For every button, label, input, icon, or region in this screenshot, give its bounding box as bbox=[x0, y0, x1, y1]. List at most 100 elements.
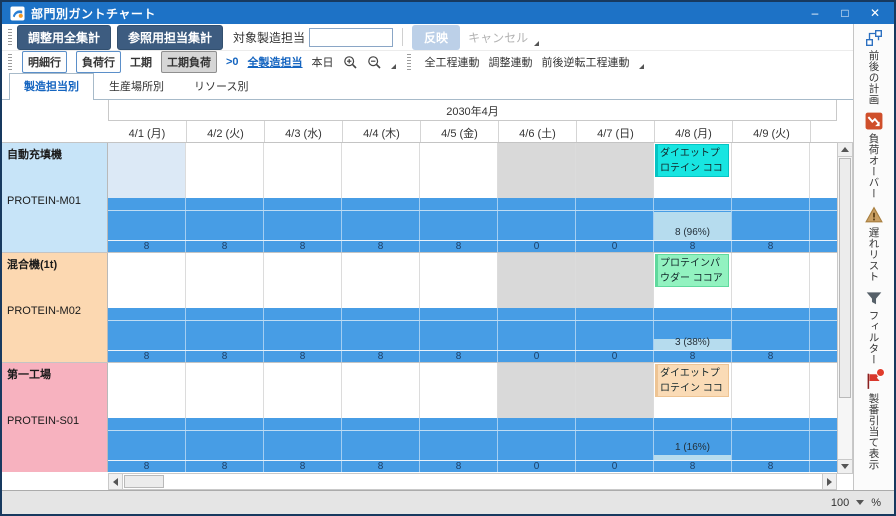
capacity-bar-cell[interactable] bbox=[654, 198, 732, 210]
reverse-process-link-toggle[interactable]: 前後逆転工程連動 bbox=[542, 54, 630, 70]
load-row-toggle[interactable]: 負荷行 bbox=[76, 51, 121, 73]
load-bar-cell[interactable] bbox=[810, 211, 837, 240]
task-cell[interactable] bbox=[342, 143, 420, 198]
capacity-bar-cell[interactable] bbox=[576, 198, 654, 210]
task-cell[interactable] bbox=[420, 253, 498, 308]
capacity-bar-cell[interactable] bbox=[732, 308, 810, 320]
tab-by-resource[interactable]: リソース別 bbox=[179, 73, 263, 99]
load-bar-cell[interactable]: 1 (16%) bbox=[654, 431, 732, 460]
sidebar-item-before-after-plan[interactable]: 前後の計画 bbox=[865, 29, 883, 105]
load-bar-cell[interactable] bbox=[186, 431, 264, 460]
all-process-link-toggle[interactable]: 全工程連動 bbox=[425, 54, 480, 70]
group-label[interactable]: 自動充填機 PROTEIN-M01 bbox=[2, 143, 108, 252]
load-bar-cell[interactable] bbox=[342, 211, 420, 240]
task-cell[interactable] bbox=[732, 143, 810, 198]
load-bar-cell[interactable] bbox=[108, 211, 186, 240]
zoom-dropdown-icon[interactable] bbox=[856, 500, 865, 505]
capacity-bar-cell[interactable] bbox=[342, 308, 420, 320]
capacity-bar-cell[interactable] bbox=[108, 418, 186, 430]
task-cell[interactable] bbox=[810, 253, 837, 308]
task-cell[interactable] bbox=[108, 363, 186, 418]
today-button[interactable]: 本日 bbox=[312, 54, 334, 70]
scroll-down-button[interactable] bbox=[838, 459, 852, 473]
capacity-bar-cell[interactable] bbox=[732, 418, 810, 430]
sidebar-item-load-over[interactable]: 負荷オーバー bbox=[865, 112, 883, 199]
toolbar-overflow-icon[interactable] bbox=[638, 64, 644, 69]
capacity-bar-cell[interactable] bbox=[342, 418, 420, 430]
apply-button[interactable]: 反映 bbox=[412, 24, 461, 50]
task-cell[interactable] bbox=[498, 363, 576, 418]
task-bar[interactable]: ダイエットプロテイン ココア味(2kg) bbox=[655, 144, 729, 177]
capacity-bar-cell[interactable] bbox=[186, 418, 264, 430]
task-cell[interactable] bbox=[732, 253, 810, 308]
task-cell[interactable] bbox=[186, 253, 264, 308]
task-cell[interactable]: ダイエットプロテイン ココア味(2kg) bbox=[654, 363, 732, 418]
task-cell[interactable] bbox=[498, 253, 576, 308]
task-cell[interactable] bbox=[108, 253, 186, 308]
vertical-scrollbar[interactable] bbox=[837, 142, 853, 474]
capacity-bar-cell[interactable] bbox=[576, 308, 654, 320]
capacity-bar-cell[interactable] bbox=[498, 308, 576, 320]
capacity-bar-cell[interactable] bbox=[264, 198, 342, 210]
load-bar-cell[interactable] bbox=[732, 321, 810, 350]
task-cell[interactable] bbox=[342, 253, 420, 308]
zoom-out-icon[interactable] bbox=[367, 55, 382, 70]
load-bar-cell[interactable] bbox=[420, 431, 498, 460]
vertical-scrollbar-thumb[interactable] bbox=[839, 158, 851, 398]
scroll-up-button[interactable] bbox=[838, 143, 852, 157]
load-bar-cell[interactable] bbox=[576, 211, 654, 240]
task-cell[interactable] bbox=[264, 253, 342, 308]
task-cell[interactable] bbox=[576, 143, 654, 198]
load-bar-cell[interactable] bbox=[810, 321, 837, 350]
task-cell[interactable] bbox=[264, 143, 342, 198]
task-cell[interactable] bbox=[576, 363, 654, 418]
adjust-link-toggle[interactable]: 調整連動 bbox=[489, 54, 533, 70]
tab-by-production-location[interactable]: 生産場所別 bbox=[94, 73, 179, 99]
group-label[interactable]: 第一工場 PROTEIN-S01 bbox=[2, 363, 108, 472]
task-cell[interactable] bbox=[420, 363, 498, 418]
task-cell[interactable] bbox=[810, 363, 837, 418]
load-bar-cell[interactable] bbox=[420, 321, 498, 350]
toolbar-grip-icon[interactable] bbox=[406, 54, 411, 70]
load-bar-cell[interactable] bbox=[186, 321, 264, 350]
capacity-bar-cell[interactable] bbox=[264, 418, 342, 430]
toolbar-grip-icon[interactable] bbox=[8, 54, 12, 70]
task-cell[interactable] bbox=[498, 143, 576, 198]
capacity-bar-cell[interactable] bbox=[576, 418, 654, 430]
task-cell[interactable] bbox=[576, 253, 654, 308]
horizontal-scrollbar[interactable] bbox=[108, 473, 837, 490]
capacity-bar-cell[interactable] bbox=[810, 308, 837, 320]
capacity-bar-cell[interactable] bbox=[810, 198, 837, 210]
capacity-bar-cell[interactable] bbox=[654, 418, 732, 430]
group-label[interactable]: 混合機(1t) PROTEIN-M02 bbox=[2, 253, 108, 362]
load-bar-cell[interactable] bbox=[498, 321, 576, 350]
tab-by-manufacturing-staff[interactable]: 製造担当別 bbox=[9, 73, 94, 100]
load-bar-cell[interactable] bbox=[810, 431, 837, 460]
scroll-left-button[interactable] bbox=[109, 474, 123, 489]
all-staff-link[interactable]: 全製造担当 bbox=[248, 54, 303, 70]
adjust-all-aggregate-button[interactable]: 調整用全集計 bbox=[17, 24, 112, 50]
task-cell[interactable] bbox=[420, 143, 498, 198]
maximize-icon[interactable]: □ bbox=[830, 6, 860, 20]
load-bar-cell[interactable] bbox=[498, 431, 576, 460]
load-bar-cell[interactable] bbox=[732, 431, 810, 460]
capacity-bar-cell[interactable] bbox=[108, 198, 186, 210]
task-cell[interactable] bbox=[108, 143, 186, 198]
load-bar-cell[interactable] bbox=[342, 431, 420, 460]
task-cell[interactable] bbox=[186, 363, 264, 418]
capacity-bar-cell[interactable] bbox=[420, 198, 498, 210]
sidebar-item-filter[interactable]: フィルター bbox=[865, 289, 883, 365]
task-cell[interactable] bbox=[342, 363, 420, 418]
task-cell[interactable]: ダイエットプロテイン ココア味(2kg) bbox=[654, 143, 732, 198]
task-cell[interactable]: プロテインパウダー ココア(1000) bbox=[654, 253, 732, 308]
capacity-bar-cell[interactable] bbox=[264, 308, 342, 320]
close-icon[interactable]: ✕ bbox=[860, 6, 890, 20]
load-bar-cell[interactable] bbox=[108, 431, 186, 460]
capacity-bar-cell[interactable] bbox=[186, 308, 264, 320]
capacity-bar-cell[interactable] bbox=[498, 418, 576, 430]
capacity-bar-cell[interactable] bbox=[342, 198, 420, 210]
load-bar-cell[interactable] bbox=[342, 321, 420, 350]
task-bar[interactable]: プロテインパウダー ココア(1000) bbox=[655, 254, 729, 287]
load-bar-cell[interactable] bbox=[264, 321, 342, 350]
sidebar-item-serial-allocation-display[interactable]: 製番引当て表示 bbox=[865, 368, 885, 470]
